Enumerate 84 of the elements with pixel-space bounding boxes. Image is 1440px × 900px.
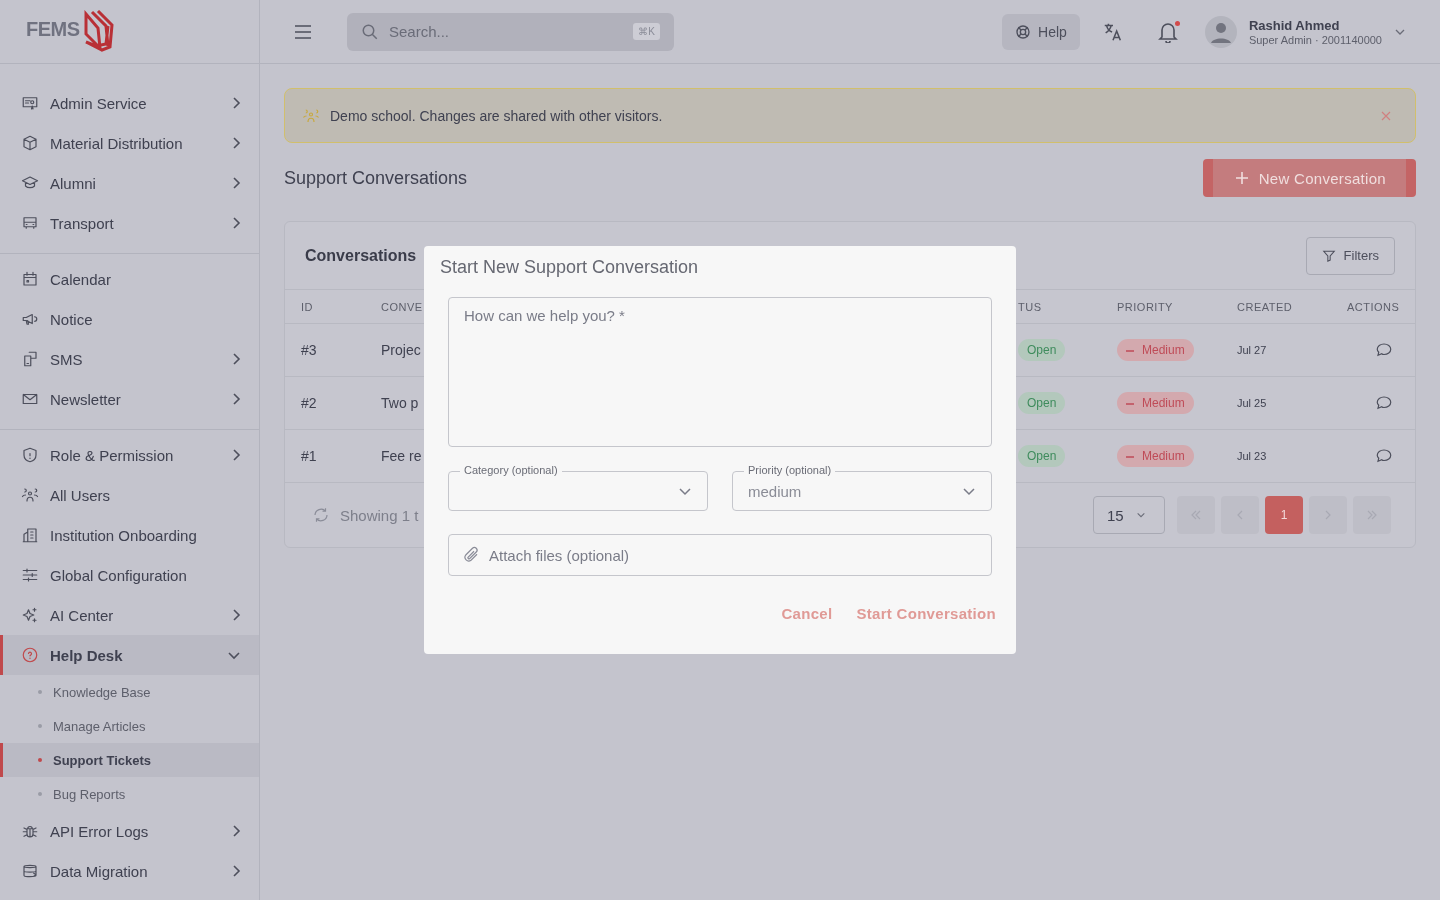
sidebar-item[interactable]: AI Center <box>0 595 259 635</box>
attach-files-field[interactable]: Attach files (optional) <box>448 534 992 576</box>
sparkle-icon <box>21 606 39 624</box>
table-cell-text: #2 <box>301 395 318 411</box>
sidebar-subitem[interactable]: Bug Reports <box>0 777 259 811</box>
sidebar-item[interactable]: Transport <box>0 203 259 243</box>
filters-button[interactable]: Filters <box>1305 236 1395 275</box>
card-title: Conversations <box>305 246 417 265</box>
sidebar-subitem[interactable]: Support Tickets <box>0 743 259 777</box>
table-cell-text: Projec <box>381 342 422 358</box>
sidebar-item[interactable]: Role & Permission <box>0 435 259 475</box>
page-button[interactable]: 1 <box>1265 496 1303 534</box>
bus-icon <box>21 214 39 232</box>
status-badge: Open <box>1018 392 1066 414</box>
status-badge: Open <box>1018 445 1066 467</box>
sidebar-item[interactable]: Alumni <box>0 163 259 203</box>
message-field[interactable]: How can we help you? * <box>448 297 992 447</box>
chat-icon[interactable] <box>1375 341 1393 359</box>
priority-badge: Medium <box>1117 339 1194 361</box>
bell-icon[interactable] <box>1157 20 1178 43</box>
sidebar-item[interactable]: Newsletter <box>0 379 259 419</box>
box-icon <box>21 134 39 152</box>
column-header: ACTIONS <box>1347 300 1401 313</box>
help-button[interactable]: Help <box>1002 13 1080 50</box>
table-cell-text: Jul 27 <box>1237 344 1268 356</box>
minus-icon <box>1126 349 1134 352</box>
plus-icon <box>1234 171 1249 185</box>
user-name: Rashid Ahmed <box>1248 17 1341 33</box>
chevron-down-icon <box>1135 510 1146 520</box>
building-icon <box>21 526 39 544</box>
close-icon[interactable] <box>1381 110 1391 121</box>
chat-icon[interactable] <box>1375 447 1393 465</box>
banner-text: Demo school. Changes are shared with other visitors. <box>330 107 664 124</box>
user-role: Super Admin · 2001140000 <box>1248 33 1382 46</box>
sidebar-subitem[interactable]: Manage Articles <box>0 709 259 743</box>
search-icon <box>361 22 379 41</box>
sidebar-item[interactable]: Material Distribution <box>0 123 259 163</box>
column-header: TUS <box>1017 300 1043 313</box>
sidebar-item[interactable]: SMS <box>0 339 259 379</box>
table-cell-text: #3 <box>301 342 318 358</box>
lifebuoy-icon <box>1015 23 1032 40</box>
table-cell-text: Fee re <box>381 448 423 464</box>
entries-summary: Showing 1 t <box>340 506 419 524</box>
column-header: PRIORITY <box>1117 300 1174 313</box>
sliders-icon <box>21 566 39 584</box>
paperclip-icon <box>462 546 480 564</box>
phone-icon <box>21 350 39 368</box>
table-cell-text: Jul 25 <box>1237 397 1268 409</box>
sidebar-item[interactable]: Notice <box>0 299 259 339</box>
sidebar-subitem[interactable]: Knowledge Base <box>0 675 259 709</box>
sidebar-item[interactable]: Admin Service <box>0 83 259 123</box>
page-title: Support Conversations <box>284 167 468 189</box>
id-card-icon <box>21 94 39 112</box>
group-icon <box>302 106 320 125</box>
dialog-title: Start New Support Conversation <box>440 256 700 278</box>
status-badge: Open <box>1018 339 1066 361</box>
table-cell-text: Two p <box>381 395 420 411</box>
sidebar-item[interactable]: Help Desk <box>0 635 259 675</box>
shield-icon <box>21 446 39 464</box>
priority-badge: Medium <box>1117 392 1194 414</box>
sidebar-item[interactable]: Calendar <box>0 259 259 299</box>
sidebar-item[interactable]: API Error Logs <box>0 811 259 851</box>
column-header: CREATED <box>1237 300 1294 313</box>
sidebar-item[interactable]: Data Migration <box>0 851 259 891</box>
table-cell-text: Jul 23 <box>1237 450 1268 462</box>
table-cell-text: #1 <box>301 448 318 464</box>
refresh-icon[interactable] <box>312 506 330 524</box>
menu-icon[interactable] <box>294 24 312 39</box>
logo-text: FEMS <box>26 17 80 41</box>
minus-icon <box>1126 402 1134 405</box>
chat-icon[interactable] <box>1375 394 1393 412</box>
column-header: CONVE <box>381 300 424 313</box>
calendar-icon <box>21 270 39 288</box>
sidebar-item[interactable]: Global Configuration <box>0 555 259 595</box>
filter-icon <box>1321 248 1336 263</box>
sidebar-item[interactable]: All Users <box>0 475 259 515</box>
page-size-select[interactable]: 15 <box>1093 496 1165 534</box>
priority-badge: Medium <box>1117 445 1194 467</box>
group-icon <box>21 486 39 504</box>
sidebar-item[interactable]: Institution Onboarding <box>0 515 259 555</box>
database-icon <box>21 862 39 880</box>
column-header: ID <box>301 300 314 313</box>
avatar[interactable] <box>1204 15 1237 48</box>
minus-icon <box>1126 455 1134 458</box>
